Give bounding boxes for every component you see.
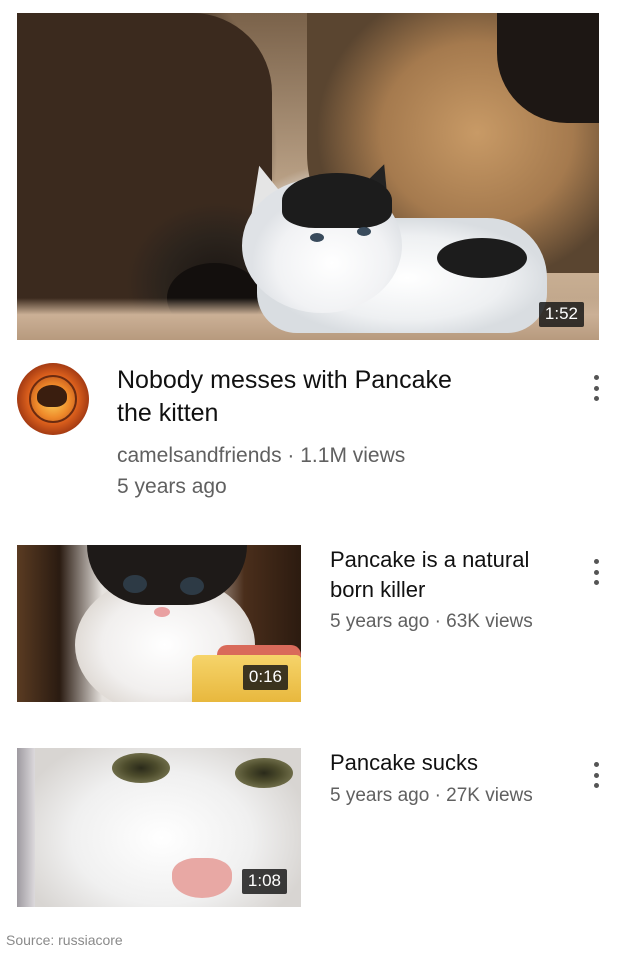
featured-video-title[interactable]: Nobody messes with Pancake the kitten xyxy=(117,364,537,430)
video-meta: 5 years ago · 63K views xyxy=(330,611,533,632)
thumbnail-art xyxy=(154,607,170,617)
video-duration-badge: 1:08 xyxy=(241,869,287,894)
video-title[interactable]: Pancake sucks xyxy=(330,748,570,778)
more-vert-icon[interactable] xyxy=(584,557,608,587)
channel-and-views: camelsandfriends · 1.1M views xyxy=(117,444,406,467)
thumbnail-art xyxy=(357,227,371,236)
thumbnail-art xyxy=(282,173,392,228)
source-credit: Source: russiacore xyxy=(6,932,123,948)
thumbnail-art xyxy=(112,753,170,783)
title-line: born killer xyxy=(330,577,426,602)
more-vert-icon[interactable] xyxy=(584,760,608,790)
title-line: Pancake is a natural xyxy=(330,547,530,572)
thumbnail-art xyxy=(123,575,147,593)
avatar-art xyxy=(37,385,67,407)
thumbnail-art xyxy=(180,577,204,595)
title-line: the kitten xyxy=(117,399,219,427)
thumbnail-art xyxy=(310,233,324,242)
video-duration-badge: 0:16 xyxy=(242,665,288,690)
thumbnail-art xyxy=(172,858,232,898)
more-vert-icon[interactable] xyxy=(584,373,608,403)
video-meta: 5 years ago · 27K views xyxy=(330,785,533,806)
featured-video-meta: camelsandfriends · 1.1M views 5 years ag… xyxy=(117,440,537,502)
thumbnail-art xyxy=(17,748,35,907)
video-title[interactable]: Pancake is a natural born killer xyxy=(330,545,570,605)
thumbnail-art xyxy=(235,758,293,788)
video-thumbnail[interactable]: 1:08 xyxy=(17,748,301,907)
video-thumbnail[interactable]: 0:16 xyxy=(17,545,301,702)
title-line: Nobody messes with Pancake xyxy=(117,366,452,394)
thumbnail-art xyxy=(437,238,527,278)
channel-avatar[interactable] xyxy=(17,363,89,435)
featured-video-thumbnail[interactable]: 1:52 xyxy=(17,13,599,340)
upload-age: 5 years ago xyxy=(117,475,227,498)
video-duration-badge: 1:52 xyxy=(538,302,584,327)
